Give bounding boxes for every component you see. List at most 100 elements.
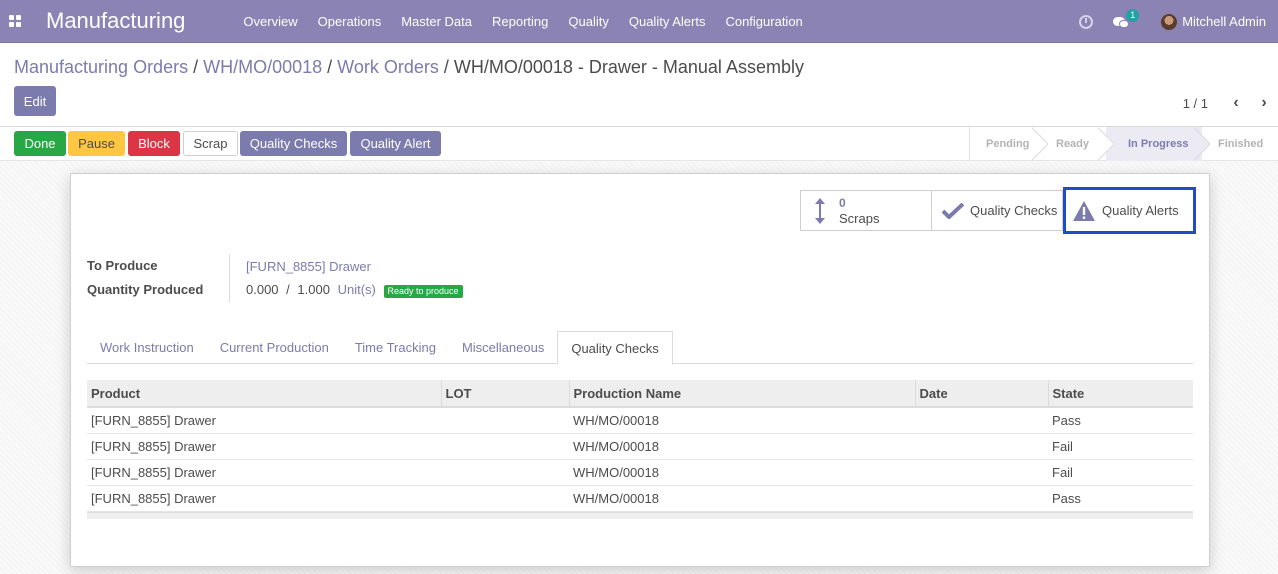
quality-alert-button[interactable]: Quality Alert [350, 131, 441, 156]
cell-production-name: WH/MO/00018 [569, 407, 915, 434]
chat-count-badge: 1 [1126, 8, 1140, 22]
pager-next-icon[interactable]: › [1250, 94, 1278, 112]
edit-button[interactable]: Edit [14, 86, 56, 116]
breadcrumb-mo[interactable]: WH/MO/00018 [203, 57, 322, 77]
table-footer [87, 512, 1193, 519]
cell-product: [FURN_8855] Drawer [87, 433, 441, 460]
scraps-count: 0 [839, 195, 846, 210]
quantity-separator: / [286, 282, 290, 298]
tab-work-instruction[interactable]: Work Instruction [87, 331, 207, 364]
pager-value[interactable]: 1 / 1 [1183, 96, 1208, 111]
form-fields: To Produce [FURN_8855] Drawer Quantity P… [87, 254, 463, 302]
menu-item-overview[interactable]: Overview [233, 0, 307, 43]
column-header-state[interactable]: State [1048, 380, 1193, 408]
menu-item-reporting[interactable]: Reporting [482, 0, 558, 43]
status-bar: Done Pause Block Scrap Quality Checks Qu… [0, 127, 1278, 161]
quality-alerts-smart-button[interactable]: Quality Alerts [1063, 187, 1196, 234]
quantity-produced-value: 0.000 [246, 282, 279, 298]
smart-buttons: 0 Scraps Quality Checks Quality Alerts [800, 187, 1196, 234]
cell-product: [FURN_8855] Drawer [87, 459, 441, 486]
tab-quality-checks[interactable]: Quality Checks [557, 331, 673, 365]
breadcrumb-work-orders[interactable]: Work Orders [337, 57, 439, 77]
cell-production-name: WH/MO/00018 [569, 485, 915, 512]
stage-finished-label: Finished [1218, 138, 1264, 150]
pager: 1 / 1 ‹ › [1183, 94, 1278, 112]
warning-icon [1073, 200, 1095, 221]
column-header-production-name[interactable]: Production Name [569, 380, 916, 408]
scraps-smart-button[interactable]: 0 Scraps [800, 190, 932, 231]
quantity-total-value: 1.000 [297, 282, 330, 298]
table-row[interactable]: [FURN_8855] Drawer WH/MO/00018 Fail [87, 433, 1193, 460]
stage-ready[interactable]: Ready [1040, 127, 1106, 161]
cell-date [915, 433, 1048, 460]
block-button[interactable]: Block [128, 131, 180, 156]
activity-clock-icon[interactable] [1079, 14, 1094, 29]
menu-item-operations[interactable]: Operations [308, 0, 392, 43]
tab-time-tracking[interactable]: Time Tracking [342, 331, 449, 364]
main-menu: Overview Operations Master Data Reportin… [233, 0, 812, 43]
menu-item-configuration[interactable]: Configuration [715, 0, 812, 43]
cell-state: Pass [1048, 407, 1193, 434]
cell-state: Fail [1048, 433, 1193, 460]
cell-lot [441, 433, 569, 460]
quantity-unit-link[interactable]: Unit(s) [338, 282, 376, 297]
cell-state: Pass [1048, 485, 1193, 512]
menu-item-master-data[interactable]: Master Data [391, 0, 482, 43]
notebook-tabs: Work Instruction Current Production Time… [87, 331, 1193, 365]
quality-checks-table: Product LOT Production Name Date State [… [87, 380, 1193, 512]
menu-item-quality[interactable]: Quality [558, 0, 618, 43]
quality-checks-smart-button[interactable]: Quality Checks [932, 190, 1063, 231]
cell-date [915, 485, 1048, 512]
control-panel: Manufacturing Orders / WH/MO/00018/Work Or… [0, 43, 1278, 127]
form-sheet: 0 Scraps Quality Checks Quality Alerts T… [70, 173, 1210, 567]
quality-checks-button[interactable]: Quality Checks [240, 131, 347, 156]
app-name[interactable]: Manufacturing [46, 8, 185, 34]
cell-lot [441, 407, 569, 434]
pager-previous-icon[interactable]: ‹ [1222, 94, 1250, 112]
cell-date [915, 459, 1048, 486]
scrap-button[interactable]: Scrap [183, 131, 238, 156]
quality-alerts-smart-label: Quality Alerts [1102, 203, 1179, 218]
table-row[interactable]: [FURN_8855] Drawer WH/MO/00018 Pass [87, 407, 1193, 434]
breadcrumb-manufacturing-orders[interactable]: Manufacturing Orders [14, 57, 188, 77]
breadcrumb: Manufacturing Orders / WH/MO/00018/Work Or… [14, 57, 804, 77]
apps-menu-icon[interactable] [0, 0, 30, 43]
cell-product: [FURN_8855] Drawer [87, 485, 441, 512]
top-navbar: Manufacturing Overview Operations Master… [0, 0, 1278, 43]
cell-state: Fail [1048, 459, 1193, 486]
breadcrumb-current: WH/MO/00018 - Drawer - Manual Assembly [453, 57, 804, 77]
user-menu[interactable]: Mitchell Admin [1182, 14, 1266, 29]
stage-ready-label: Ready [1056, 138, 1090, 150]
tab-current-production[interactable]: Current Production [207, 331, 342, 364]
done-button[interactable]: Done [14, 131, 66, 156]
table-row[interactable]: [FURN_8855] Drawer WH/MO/00018 Pass [87, 485, 1193, 512]
pause-button[interactable]: Pause [68, 131, 125, 156]
scrap-arrows-icon [813, 197, 827, 224]
cell-date [915, 407, 1048, 434]
stage-pending[interactable]: Pending [970, 127, 1040, 161]
quality-checks-smart-label: Quality Checks [970, 203, 1058, 218]
status-badge: Ready to produce [383, 284, 463, 298]
check-icon [942, 202, 964, 219]
column-header-lot[interactable]: LOT [441, 380, 570, 408]
column-header-date[interactable]: Date [915, 380, 1049, 408]
user-avatar[interactable] [1161, 13, 1178, 30]
menu-item-quality-alerts[interactable]: Quality Alerts [619, 0, 716, 43]
cell-product: [FURN_8855] Drawer [87, 407, 441, 434]
quantity-produced-label: Quantity Produced [87, 278, 230, 302]
tab-miscellaneous[interactable]: Miscellaneous [449, 331, 557, 364]
stage-finished[interactable]: Finished [1202, 127, 1278, 161]
to-produce-link[interactable]: [FURN_8855] Drawer [246, 259, 371, 274]
chat-icon[interactable]: 1 [1113, 8, 1140, 29]
scraps-label: Scraps [839, 210, 880, 226]
stage-in-progress-label: In Progress [1128, 138, 1189, 150]
column-header-product[interactable]: Product [87, 380, 442, 408]
stage-pending-label: Pending [986, 138, 1030, 150]
cell-production-name: WH/MO/00018 [569, 433, 915, 460]
stage-in-progress[interactable]: In Progress [1106, 127, 1202, 161]
cell-production-name: WH/MO/00018 [569, 459, 915, 486]
cell-lot [441, 485, 569, 512]
table-row[interactable]: [FURN_8855] Drawer WH/MO/00018 Fail [87, 459, 1193, 486]
cell-lot [441, 459, 569, 486]
stage-pipeline: Pending Ready In Progress Finished [969, 127, 1278, 161]
